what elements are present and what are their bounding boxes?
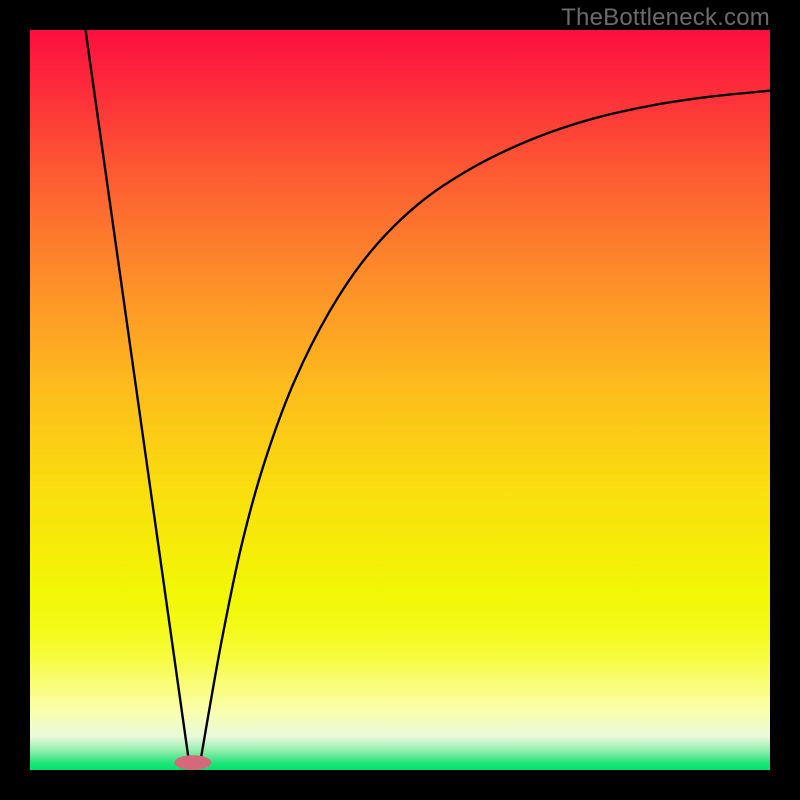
- minimum-marker: [174, 755, 211, 770]
- bottleneck-chart: [30, 30, 770, 770]
- watermark-text: TheBottleneck.com: [561, 4, 770, 32]
- gradient-background: [30, 30, 770, 770]
- chart-frame: TheBottleneck.com: [0, 0, 800, 800]
